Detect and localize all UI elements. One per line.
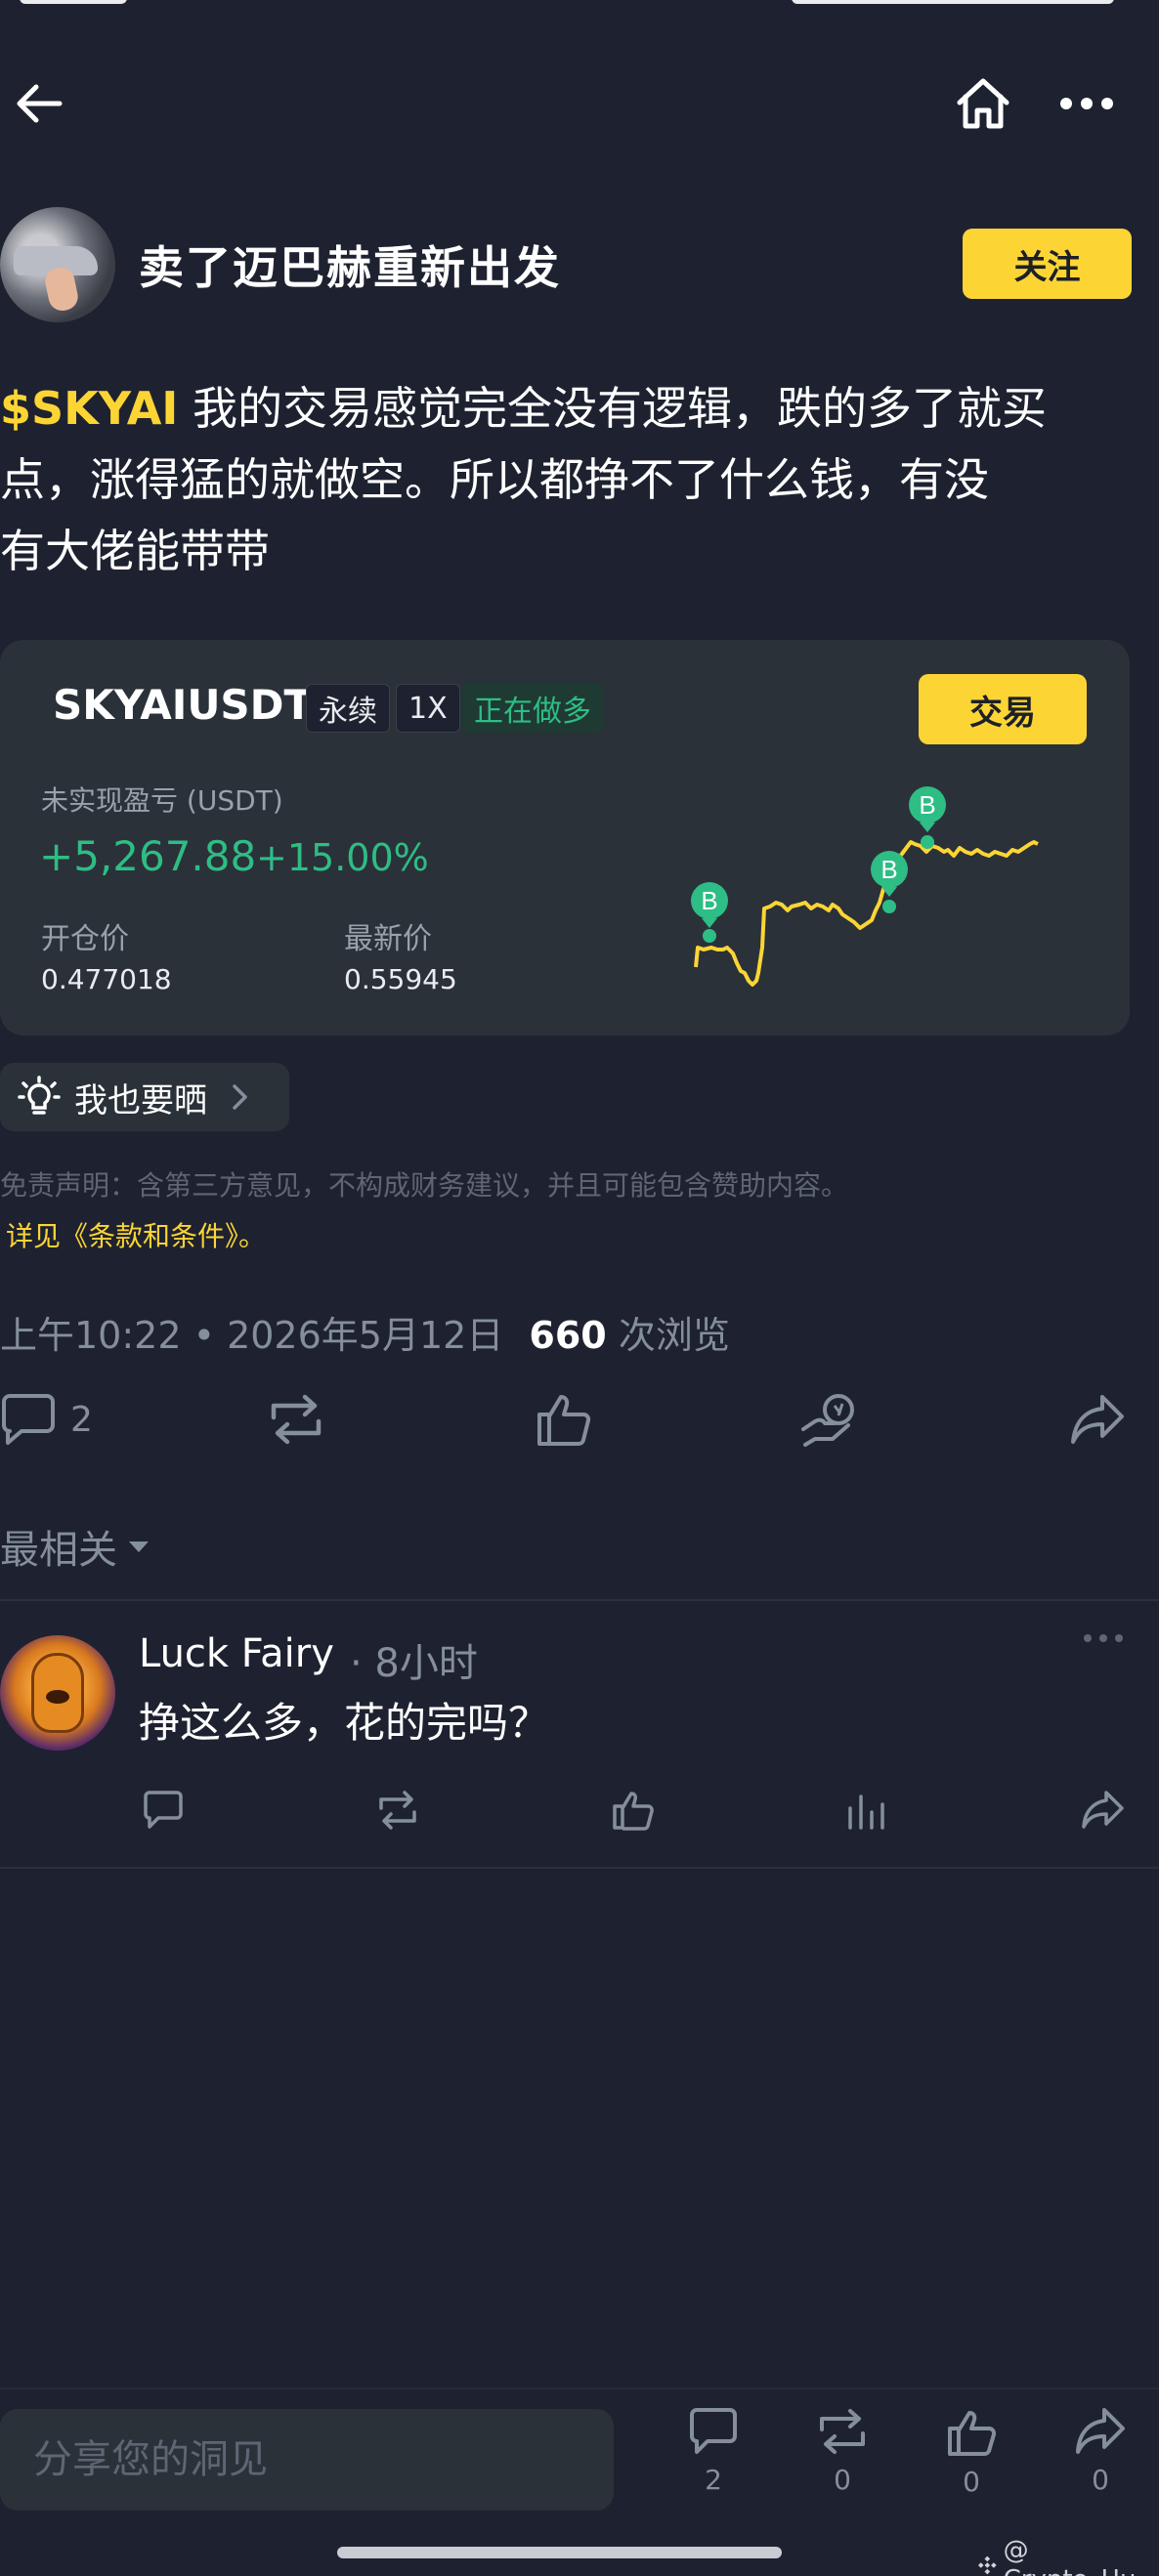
bottom-comment-count: 2: [705, 2464, 722, 2496]
repost-icon: [379, 1791, 416, 1830]
bottom-like-button[interactable]: 0: [932, 2407, 1010, 2498]
like-action[interactable]: [536, 1387, 592, 1452]
comment-like-action[interactable]: [612, 1778, 655, 1842]
post-time: 上午10:22 • 2026年5月12日: [0, 1314, 504, 1357]
author-name[interactable]: 卖了迈巴赫重新出发: [139, 232, 561, 297]
watermark-text: @ Crypto_Hu: [1003, 2536, 1137, 2576]
buy-marker-3: B: [909, 786, 946, 849]
more-horizontal-icon: [1084, 1634, 1123, 1642]
trade-button[interactable]: 交易: [919, 674, 1087, 744]
buy-marker-2: B: [871, 851, 908, 913]
buy-marker-label: B: [919, 790, 935, 820]
entry-price-value: 0.477018: [41, 963, 172, 995]
insight-input[interactable]: [0, 2409, 614, 2511]
share-action[interactable]: [1069, 1387, 1126, 1452]
trade-pair: SKYAIUSDT: [53, 681, 313, 729]
home-indicator: [337, 2547, 782, 2558]
post-meta: 上午10:22 • 2026年5月12日 660 次浏览: [0, 1305, 730, 1359]
comment-action[interactable]: 2: [0, 1387, 93, 1452]
last-price-value: 0.55945: [344, 963, 457, 995]
views-label: 次浏览: [606, 1314, 730, 1357]
commenter-name[interactable]: Luck Fairy: [139, 1631, 334, 1676]
binance-logo-icon: [977, 2555, 997, 2575]
post-text-line2: 点，涨得猛的就做空。所以都挣不了什么钱，有没: [0, 453, 989, 506]
caret-down-icon: [129, 1541, 149, 1552]
comment-more-button[interactable]: [1083, 1633, 1124, 1643]
back-button[interactable]: [10, 74, 68, 133]
terms-link[interactable]: 详见《条款和条件》。: [6, 1215, 266, 1254]
leverage-tag: 1X: [396, 684, 460, 733]
divider: [0, 1867, 1159, 1869]
bottom-share-button[interactable]: 0: [1061, 2407, 1139, 2496]
comment-icon: [690, 2408, 737, 2454]
share-icon: [1071, 1395, 1124, 1444]
comment-time: · 8小时: [350, 1641, 478, 1686]
post-content: $SKYAI 我的交易感觉完全没有逻辑，跌的多了就买 点，涨得猛的就做空。所以都…: [0, 373, 1143, 587]
bottom-repost-button[interactable]: 0: [803, 2407, 881, 2496]
price-sparkline: B B B: [691, 786, 1039, 987]
position-tag: 正在做多: [462, 684, 603, 733]
buy-marker-label: B: [701, 886, 717, 915]
more-horizontal-icon: [1060, 98, 1113, 109]
pnl-label: 未实现盈亏 (USDT): [41, 784, 283, 817]
share-mine-label: 我也要晒: [74, 1080, 207, 1120]
bar-chart-icon: [848, 1795, 884, 1830]
sparkline-path: [694, 840, 1039, 987]
comment-icon: [144, 1791, 183, 1829]
disclaimer-text: 免责声明：含第三方意见，不构成财务建议，并且可能包含赞助内容。: [0, 1169, 849, 1202]
share-icon: [1082, 1791, 1124, 1829]
post-text-line3: 有大佬能带带: [0, 525, 270, 577]
follow-button[interactable]: 关注: [963, 229, 1132, 299]
tip-action[interactable]: [799, 1387, 862, 1452]
repost-action[interactable]: [266, 1387, 326, 1452]
home-icon: [957, 78, 1009, 129]
tip-hand-icon: [801, 1394, 854, 1447]
more-button[interactable]: [1057, 74, 1116, 133]
buy-marker-1: B: [691, 882, 728, 943]
comment-share-action[interactable]: [1081, 1778, 1126, 1842]
views-count: 660: [529, 1314, 607, 1357]
bottom-comment-button[interactable]: 2: [674, 2407, 752, 2496]
bottom-like-count: 0: [963, 2466, 980, 2498]
divider: [0, 1599, 1159, 1601]
bottom-repost-count: 0: [834, 2464, 851, 2496]
comment-icon: [2, 1394, 55, 1445]
comment-stats-action[interactable]: [846, 1778, 889, 1842]
comment-count: 2: [70, 1399, 93, 1440]
share-mine-button[interactable]: 我也要晒: [0, 1063, 289, 1131]
bottom-share-count: 0: [1092, 2464, 1109, 2496]
commenter-avatar[interactable]: [0, 1635, 115, 1751]
thumbs-up-icon: [613, 1792, 654, 1831]
buy-marker-label: B: [880, 855, 897, 884]
author-avatar[interactable]: [0, 207, 115, 322]
sort-dropdown[interactable]: 最相关: [0, 1518, 150, 1575]
bottom-bar-separator: [0, 2387, 1159, 2389]
last-price-label: 最新价: [344, 922, 432, 956]
watermark: @ Crypto_Hu: [977, 2536, 1159, 2576]
repost-icon: [271, 1394, 322, 1445]
status-bar: [0, 0, 1159, 10]
comment-reply-action[interactable]: [143, 1778, 184, 1842]
thumbs-up-icon: [537, 1395, 591, 1446]
entry-price-label: 开仓价: [41, 922, 129, 956]
arrow-left-icon: [17, 84, 63, 123]
repost-icon: [820, 2409, 865, 2454]
post-text-line1: 我的交易感觉完全没有逻辑，跌的多了就买: [178, 382, 1048, 435]
share-icon: [1076, 2408, 1125, 2454]
sort-label: 最相关: [0, 1528, 117, 1573]
pnl-percent: +15.00%: [256, 836, 429, 879]
perpetual-tag: 永续: [306, 684, 390, 733]
pnl-value: +5,267.88: [39, 832, 257, 880]
chevron-right-icon: [233, 1084, 247, 1110]
thumbs-up-icon: [948, 2411, 997, 2456]
comment-repost-action[interactable]: [375, 1778, 420, 1842]
lightbulb-icon: [18, 1076, 61, 1115]
comment-text: 挣这么多，花的完吗？: [139, 1699, 550, 1747]
home-button[interactable]: [954, 74, 1012, 133]
ticker-link[interactable]: $SKYAI: [0, 382, 178, 435]
